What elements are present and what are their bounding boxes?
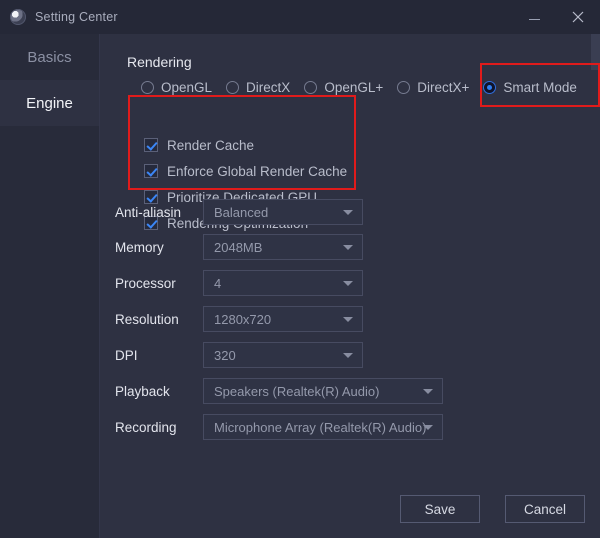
radio-label: Smart Mode [503, 80, 577, 95]
setting-row-playback: Playback Speakers (Realtek(R) Audio) [115, 378, 443, 404]
setting-row-recording: Recording Microphone Array (Realtek(R) A… [115, 414, 443, 440]
radio-label: DirectX [246, 80, 291, 95]
window-title: Setting Center [35, 10, 118, 24]
minimize-button[interactable] [512, 0, 556, 34]
processor-dropdown[interactable]: 4 [203, 270, 363, 296]
chevron-down-icon [423, 389, 433, 394]
setting-row-resolution: Resolution 1280x720 [115, 306, 363, 332]
radio-directx[interactable]: DirectX [226, 80, 290, 95]
sidebar-nav: Basics Engine [0, 34, 100, 538]
checkmark-icon [144, 138, 158, 152]
title-bar: Setting Center [0, 0, 600, 34]
dropdown-value: 320 [214, 347, 236, 363]
radio-smart-mode[interactable]: Smart Mode [483, 80, 577, 95]
sidebar-item-engine[interactable]: Engine [0, 80, 99, 126]
dropdown-value: Balanced [214, 204, 269, 220]
setting-row-anti-aliasing: Anti-aliasin Balanced [115, 199, 363, 225]
setting-label: Recording [115, 419, 177, 435]
rendering-section-title: Rendering [127, 54, 192, 70]
dropdown-value: 4 [214, 275, 222, 291]
chevron-down-icon [343, 210, 353, 215]
chevron-down-icon [343, 245, 353, 250]
render-mode-radio-group: OpenGL DirectX OpenGL+ DirectX+ Smart Mo… [141, 80, 577, 95]
setting-label: Anti-aliasin [115, 204, 182, 220]
dropdown-value: 1280x720 [214, 311, 272, 327]
radio-icon-selected [483, 81, 497, 94]
radio-icon [226, 81, 240, 94]
dropdown-value: Microphone Array (Realtek(R) Audio) [214, 419, 427, 435]
setting-label: DPI [115, 347, 138, 363]
setting-label: Processor [115, 275, 176, 291]
minimize-icon [528, 19, 540, 20]
vertical-scrollbar[interactable] [591, 34, 600, 70]
dropdown-value: Speakers (Realtek(R) Audio) [214, 383, 380, 399]
radio-icon [141, 81, 154, 94]
dpi-dropdown[interactable]: 320 [203, 342, 363, 368]
radio-opengl-plus[interactable]: OpenGL+ [304, 80, 383, 95]
checkbox-label: Enforce Global Render Cache [167, 163, 348, 179]
app-logo-icon [10, 9, 26, 25]
checkbox-render-cache[interactable]: Render Cache [144, 134, 347, 156]
cancel-button-label: Cancel [523, 501, 567, 517]
checkbox-label: Render Cache [167, 137, 255, 153]
sidebar-item-label: Basics [27, 48, 72, 66]
anti-aliasing-dropdown[interactable]: Balanced [203, 199, 363, 225]
setting-row-dpi: DPI 320 [115, 342, 363, 368]
setting-label: Memory [115, 239, 164, 255]
cancel-button[interactable]: Cancel [505, 495, 585, 523]
chevron-down-icon [343, 353, 353, 358]
radio-icon [397, 81, 411, 94]
dropdown-value: 2048MB [214, 239, 263, 255]
checkbox-enforce-global-render-cache[interactable]: Enforce Global Render Cache [144, 160, 347, 182]
setting-row-processor: Processor 4 [115, 270, 363, 296]
sidebar-item-label: Engine [26, 94, 73, 112]
close-icon [572, 11, 584, 23]
checkmark-icon [144, 164, 158, 178]
save-button-label: Save [424, 501, 456, 517]
radio-opengl[interactable]: OpenGL [141, 80, 212, 95]
chevron-down-icon [423, 425, 433, 430]
setting-label: Resolution [115, 311, 179, 327]
radio-directx-plus[interactable]: DirectX+ [397, 80, 469, 95]
radio-label: DirectX+ [417, 80, 470, 95]
recording-device-dropdown[interactable]: Microphone Array (Realtek(R) Audio) [203, 414, 443, 440]
playback-device-dropdown[interactable]: Speakers (Realtek(R) Audio) [203, 378, 443, 404]
save-button[interactable]: Save [400, 495, 480, 523]
close-button[interactable] [556, 0, 600, 34]
setting-row-memory: Memory 2048MB [115, 234, 363, 260]
chevron-down-icon [343, 317, 353, 322]
resolution-dropdown[interactable]: 1280x720 [203, 306, 363, 332]
sidebar-item-basics[interactable]: Basics [0, 34, 99, 80]
chevron-down-icon [343, 281, 353, 286]
memory-dropdown[interactable]: 2048MB [203, 234, 363, 260]
radio-icon [304, 81, 318, 94]
radio-label: OpenGL [161, 80, 213, 95]
setting-center-window: Setting Center Basics Engine Rendering O… [0, 0, 600, 538]
settings-content-panel: Rendering OpenGL DirectX OpenGL+ DirectX… [101, 34, 600, 538]
radio-label: OpenGL+ [324, 80, 384, 95]
setting-label: Playback [115, 383, 170, 399]
